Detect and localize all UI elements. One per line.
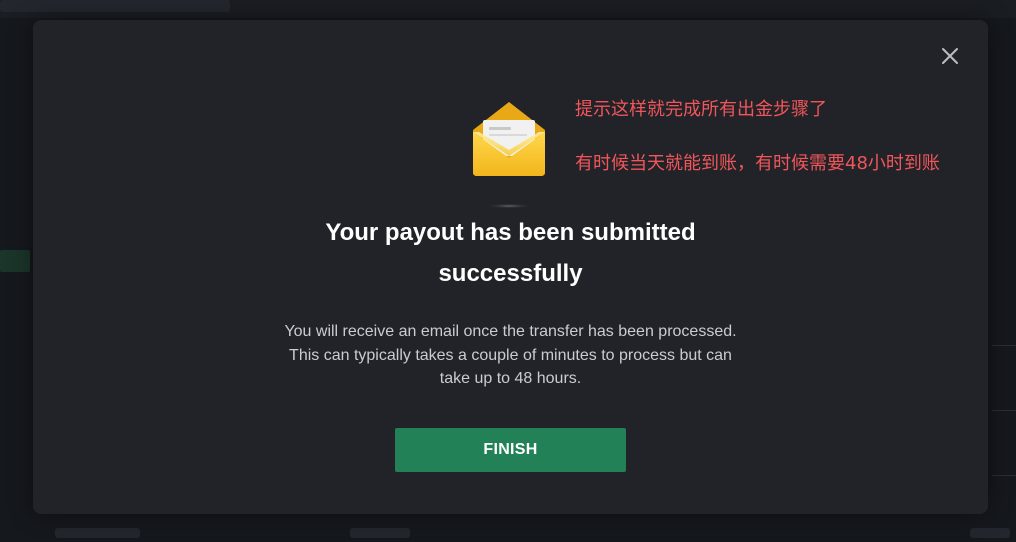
background-blurred-element <box>350 528 410 538</box>
envelope-icon <box>473 102 545 209</box>
modal-message-container: You will receive an email once the trans… <box>33 320 988 391</box>
envelope-illustration <box>469 98 549 210</box>
background-blurred-text <box>0 0 230 12</box>
background-blurred-element <box>970 528 1010 538</box>
modal-title: Your payout has been submitted successfu… <box>325 219 696 287</box>
close-button[interactable] <box>938 44 962 68</box>
background-blurred-element <box>55 528 140 538</box>
background-divider <box>992 475 1016 476</box>
background-top-bar <box>0 0 1016 18</box>
payout-success-modal: 提示这样就完成所有出金步骤了 有时候当天就能到账，有时候需要48小时到账 You… <box>33 20 988 514</box>
annotation-line-1: 提示这样就完成所有出金步骤了 <box>575 99 827 120</box>
finish-button[interactable]: FINISH <box>395 428 626 472</box>
background-divider <box>992 410 1016 411</box>
annotation-line-2: 有时候当天就能到账，有时候需要48小时到账 <box>575 153 940 174</box>
modal-title-container: Your payout has been submitted successfu… <box>33 212 988 294</box>
background-divider <box>992 345 1016 346</box>
modal-message: You will receive an email once the trans… <box>284 323 737 387</box>
close-icon <box>942 48 958 64</box>
background-accent <box>0 250 30 272</box>
